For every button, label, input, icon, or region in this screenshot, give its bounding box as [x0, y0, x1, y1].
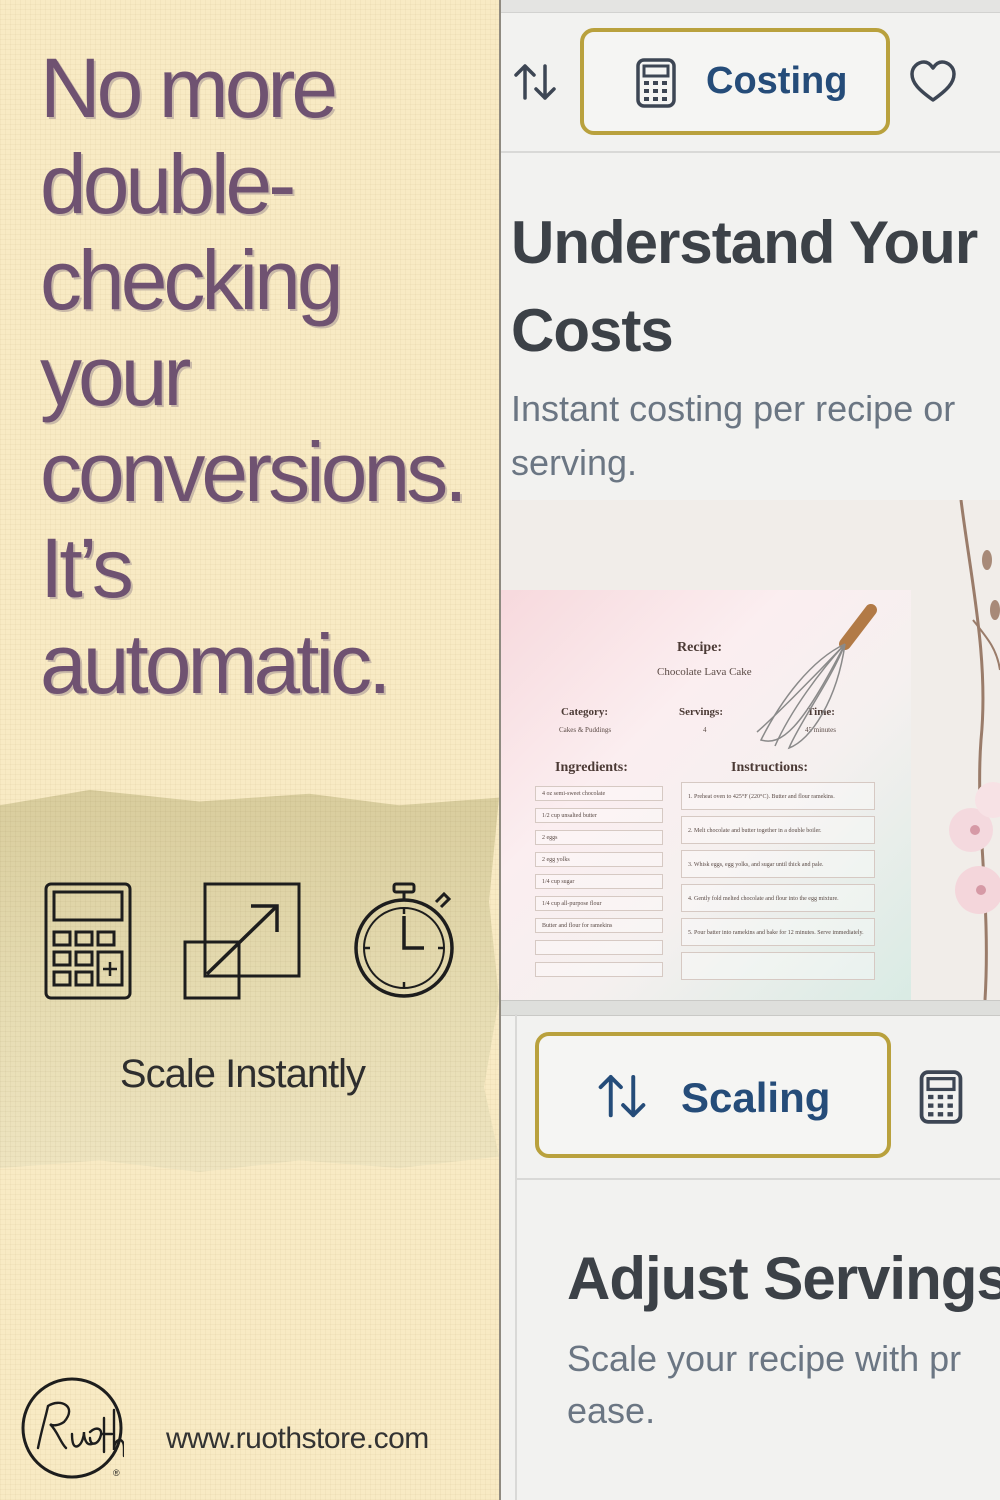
instruction-row: 2. Melt chocolate and butter together in… [681, 816, 875, 844]
svg-text:®: ® [113, 1468, 120, 1478]
feature-caption: Scale Instantly [119, 1052, 366, 1096]
tab-costing-label: Costing [706, 60, 848, 102]
ingredient-row: 4 oz semi-sweet chocolate [535, 786, 663, 801]
headline-line: No more [40, 41, 338, 135]
ingredient-row: 2 egg yolks [535, 852, 663, 867]
divider [515, 1178, 1000, 1180]
servings-label: Servings: [679, 706, 723, 718]
blossom-branch [949, 500, 1000, 1000]
app-screenshot: Costing Understand Your Costs Instant co… [501, 0, 1000, 1500]
tab-scaling-label: Scaling [681, 1074, 831, 1121]
recipe-label: Recipe: [677, 640, 723, 655]
website-url[interactable]: www.ruothstore.com [166, 1422, 429, 1456]
costing-description: serving. [511, 442, 638, 483]
whisk-icon [756, 604, 877, 750]
instruction-row: 5. Pour batter into ramekins and bake fo… [681, 918, 875, 946]
headline-line: It’s [40, 521, 134, 615]
headline-line: conversions. [40, 425, 468, 519]
instructions-label: Instructions: [731, 760, 809, 775]
servings-value: 4 [703, 726, 707, 734]
headline: No more double- checking your conversion… [40, 40, 490, 712]
costing-title: Costs [511, 297, 674, 364]
calculator-icon [636, 58, 676, 108]
scale-resize-icon [183, 882, 301, 1000]
calculator-icon [44, 882, 132, 1000]
recipe-card: Recipe: Chocolate Lava Cake Category: Ca… [501, 590, 911, 1000]
scaling-description: ease. [567, 1390, 656, 1431]
ingredient-row [535, 962, 663, 977]
instruction-row: 1. Preheat oven to 425°F (220°C). Butter… [681, 782, 875, 810]
instruction-row [681, 952, 875, 980]
category-label: Category: [561, 706, 609, 718]
scaling-description: Scale your recipe with pr [567, 1338, 962, 1379]
headline-line: double- [40, 137, 296, 231]
scaling-title: Adjust Servings [567, 1245, 1000, 1312]
ingredient-row [535, 940, 663, 955]
promo-panel: No more double- checking your conversion… [0, 0, 499, 1500]
headline-line: checking [40, 233, 344, 327]
headline-line: automatic. [40, 617, 392, 711]
recipe-card-photo: Recipe: Chocolate Lava Cake Category: Ca… [501, 500, 1000, 1000]
panel-break [501, 1000, 1000, 1016]
calculator-icon[interactable] [919, 1070, 963, 1124]
headline-line: your [40, 329, 191, 423]
sort-arrows-icon [598, 1075, 646, 1118]
top-edge [501, 0, 1000, 13]
stopwatch-icon [354, 882, 454, 998]
instruction-row: 4. Gently fold melted chocolate and flou… [681, 884, 875, 912]
ingredients-label: Ingredients: [555, 760, 628, 775]
ingredient-row: 1/4 cup all-purpose flour [535, 896, 663, 911]
recipe-name: Chocolate Lava Cake [657, 666, 752, 678]
heart-icon[interactable] [909, 58, 957, 106]
sort-arrows-icon[interactable] [511, 58, 559, 106]
tab-costing[interactable]: Costing [580, 28, 890, 135]
tab-scaling[interactable]: Scaling [535, 1032, 891, 1158]
side-border [515, 1014, 517, 1500]
instruction-row: 3. Whisk eggs, egg yolks, and sugar unti… [681, 850, 875, 878]
ingredient-row: 2 eggs [535, 830, 663, 845]
costing-title: Understand Your [511, 209, 978, 276]
ingredient-row: 1/2 cup unsalted butter [535, 808, 663, 823]
ingredient-row: 1/4 cup sugar [535, 874, 663, 889]
category-value: Cakes & Puddings [559, 726, 612, 734]
ingredient-row: Butter and flour for ramekins [535, 918, 663, 933]
ruoth-logo: ® [21, 1377, 124, 1479]
costing-description: Instant costing per recipe or [511, 388, 956, 429]
divider [501, 151, 1000, 153]
